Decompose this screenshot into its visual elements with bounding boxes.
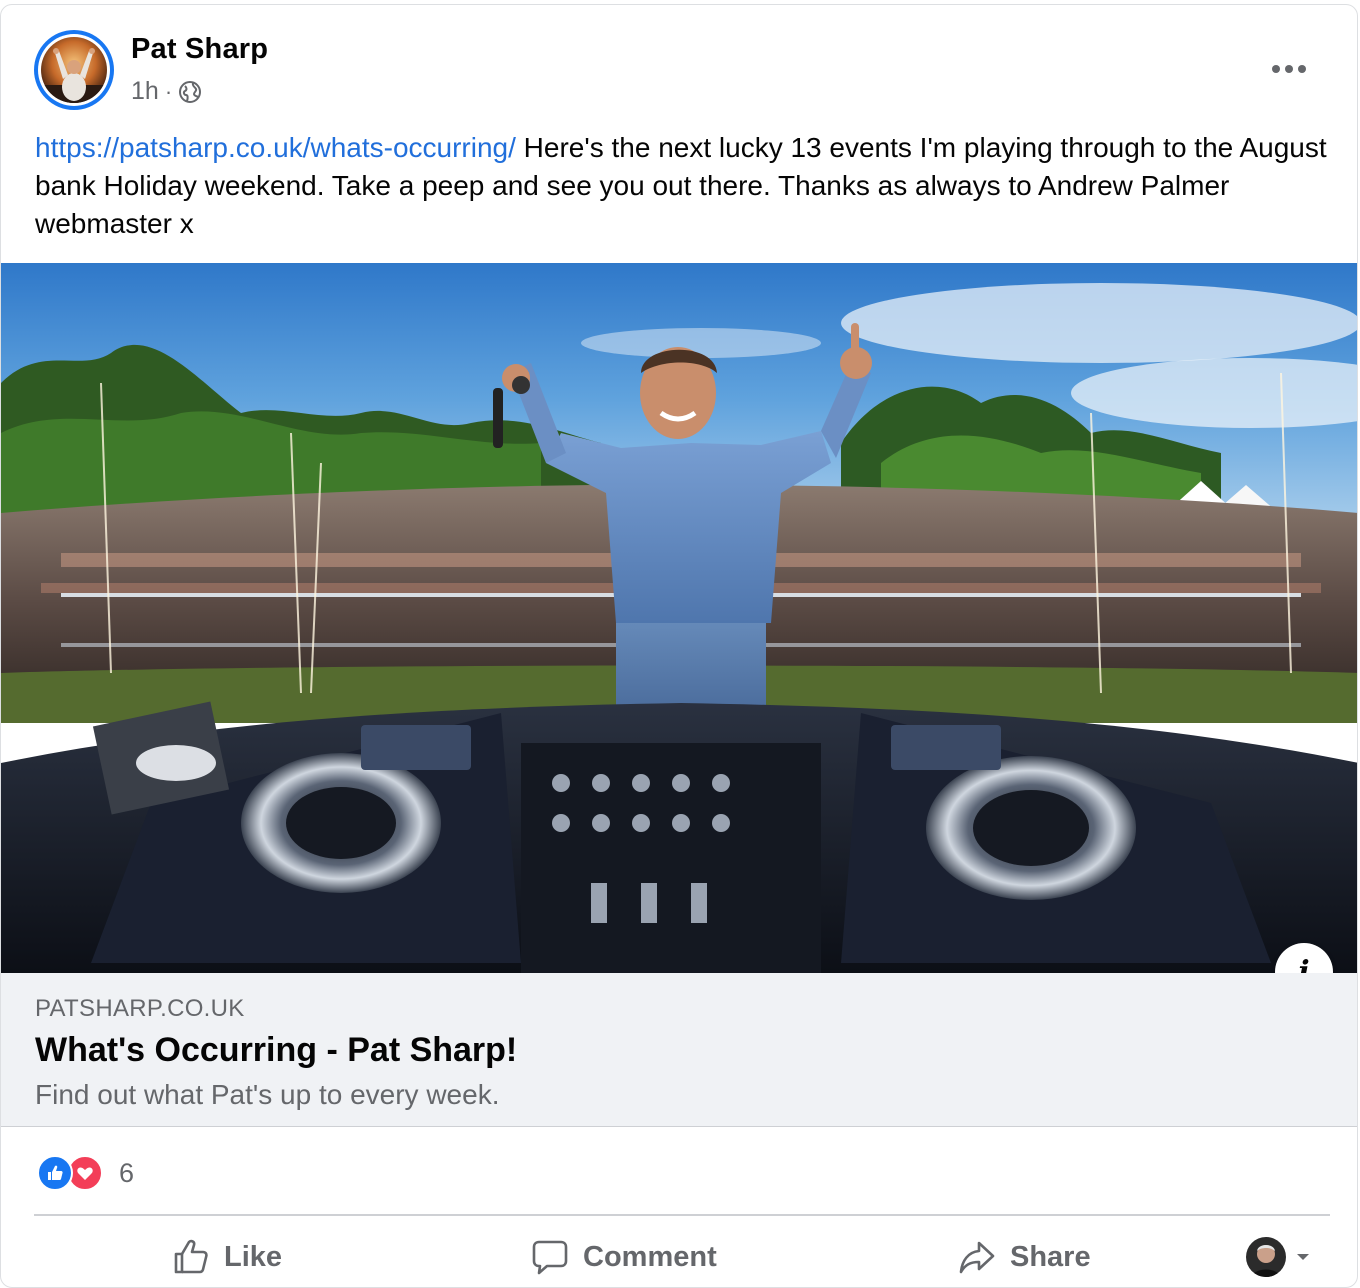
comment-bubble-icon (532, 1240, 568, 1275)
reactions-summary[interactable]: 6 (37, 1155, 134, 1191)
author-avatar[interactable] (34, 30, 114, 110)
more-options-button[interactable] (1267, 49, 1311, 89)
like-button[interactable]: Like (172, 1227, 282, 1287)
share-button[interactable]: Share (958, 1227, 1091, 1287)
link-preview-domain: PATSHARP.CO.UK (35, 995, 245, 1022)
author-name[interactable]: Pat Sharp (131, 33, 268, 66)
reaction-count: 6 (119, 1157, 135, 1188)
link-preview[interactable]: PATSHARP.CO.UK What's Occurring - Pat Sh… (1, 973, 1357, 1127)
link-preview-description: Find out what Pat's up to every week. (35, 1079, 500, 1110)
post-card: Pat Sharp 1h · https://patsharp.co.uk/wh… (0, 4, 1358, 1288)
post-meta: 1h · (131, 77, 202, 106)
share-arrow-icon (959, 1241, 995, 1274)
share-label: Share (1010, 1240, 1091, 1273)
like-icon (37, 1155, 73, 1191)
post-link[interactable]: https://patsharp.co.uk/whats-occurring/ (35, 132, 516, 163)
avatar-photo (41, 37, 107, 103)
post-body: https://patsharp.co.uk/whats-occurring/ … (35, 129, 1335, 243)
chevron-down-icon (1297, 1254, 1309, 1260)
action-divider (34, 1214, 1330, 1216)
current-user-avatar (1246, 1237, 1286, 1277)
meta-separator: · (164, 78, 173, 104)
comment-label: Comment (583, 1240, 717, 1273)
like-label: Like (224, 1240, 283, 1273)
post-time[interactable]: 1h (131, 77, 159, 106)
thumbs-up-icon (174, 1239, 208, 1274)
link-preview-title[interactable]: What's Occurring - Pat Sharp! (35, 1031, 517, 1070)
audience-selector[interactable] (1246, 1237, 1310, 1277)
more-horizontal-icon (1272, 65, 1306, 73)
action-bar: Like Comment Share (34, 1227, 1330, 1287)
globe-icon[interactable] (178, 80, 202, 104)
post-photo[interactable] (1, 263, 1358, 973)
comment-button[interactable]: Comment (531, 1227, 717, 1287)
